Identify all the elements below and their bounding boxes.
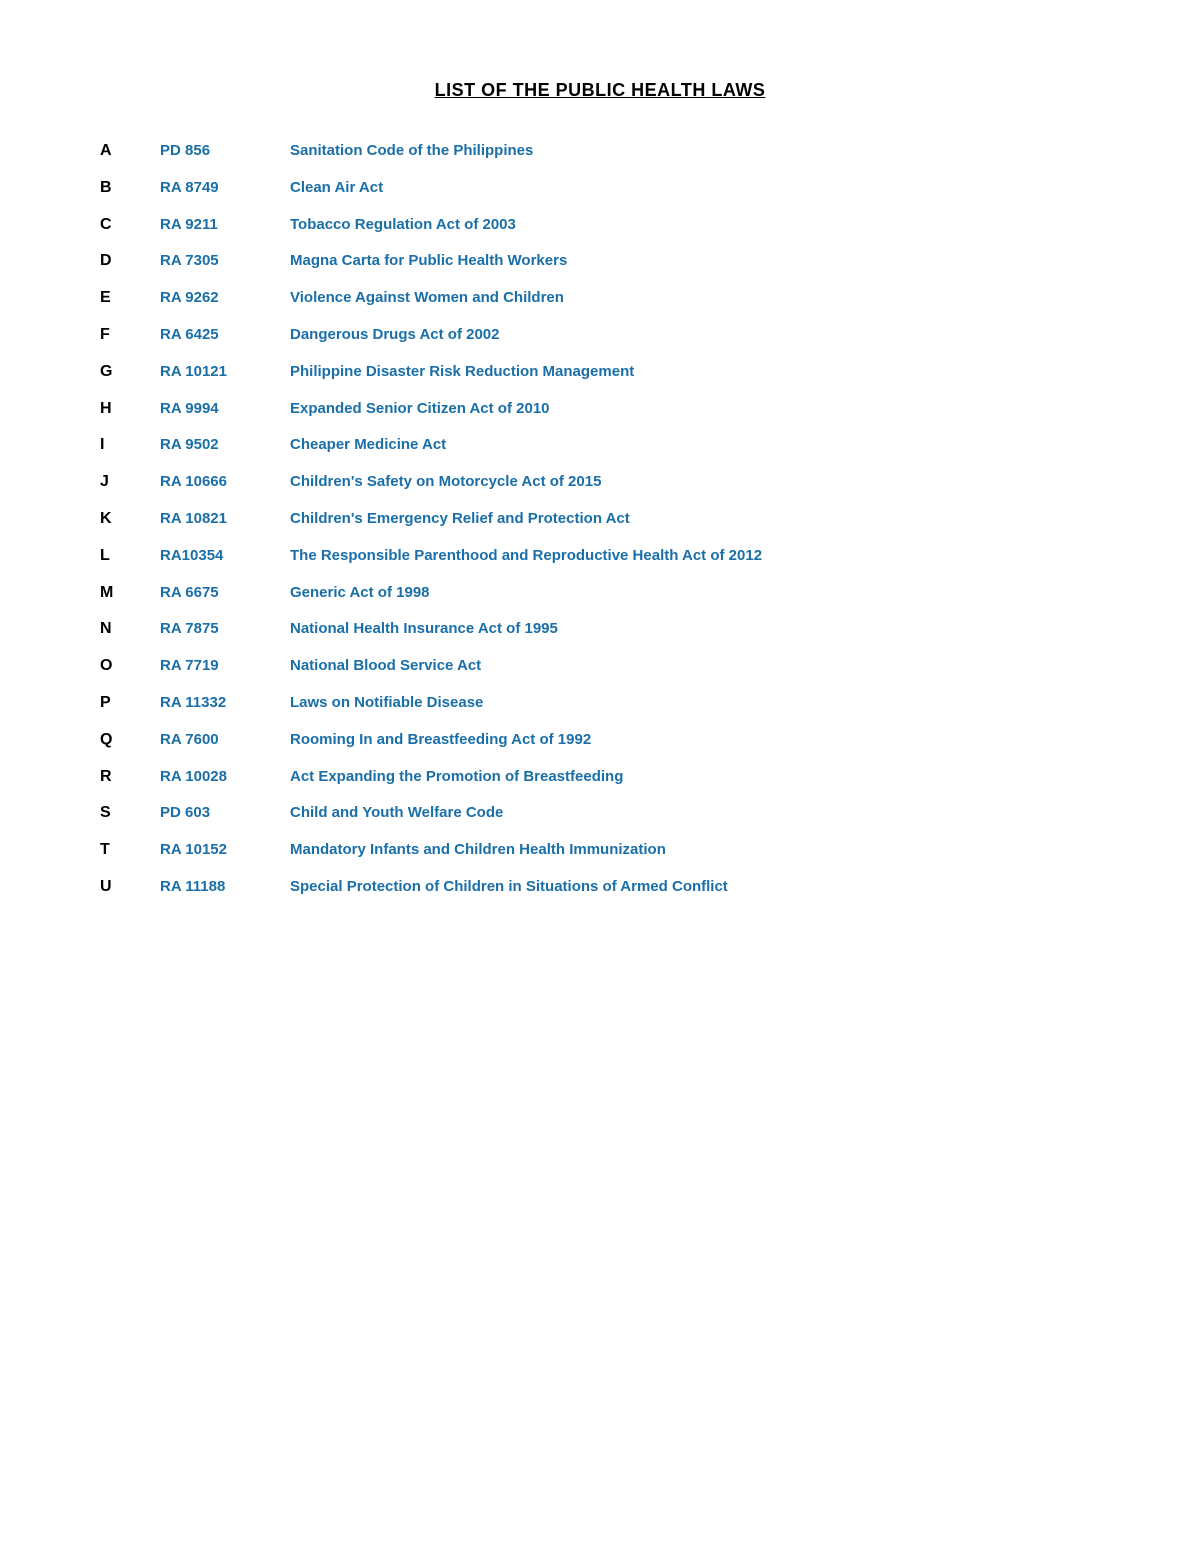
laws-table: APD 856Sanitation Code of the Philippine… bbox=[100, 133, 1100, 906]
table-row: TRA 10152Mandatory Infants and Children … bbox=[100, 832, 1100, 869]
law-letter: K bbox=[100, 501, 160, 538]
table-row: IRA 9502Cheaper Medicine Act bbox=[100, 427, 1100, 464]
table-row: NRA 7875National Health Insurance Act of… bbox=[100, 611, 1100, 648]
law-letter: S bbox=[100, 795, 160, 832]
law-code: RA 7875 bbox=[160, 611, 290, 648]
law-name: Children's Emergency Relief and Protecti… bbox=[290, 501, 1100, 538]
law-letter: I bbox=[100, 427, 160, 464]
law-code: RA10354 bbox=[160, 538, 290, 575]
law-name: Dangerous Drugs Act of 2002 bbox=[290, 317, 1100, 354]
table-row: RRA 10028Act Expanding the Promotion of … bbox=[100, 759, 1100, 796]
law-letter: B bbox=[100, 170, 160, 207]
law-letter: Q bbox=[100, 722, 160, 759]
table-row: URA 11188Special Protection of Children … bbox=[100, 869, 1100, 906]
law-letter: D bbox=[100, 243, 160, 280]
law-letter: T bbox=[100, 832, 160, 869]
law-code: RA 11332 bbox=[160, 685, 290, 722]
law-name: Children's Safety on Motorcycle Act of 2… bbox=[290, 464, 1100, 501]
table-row: JRA 10666Children's Safety on Motorcycle… bbox=[100, 464, 1100, 501]
law-name: Violence Against Women and Children bbox=[290, 280, 1100, 317]
law-code: RA 9211 bbox=[160, 207, 290, 244]
table-row: FRA 6425Dangerous Drugs Act of 2002 bbox=[100, 317, 1100, 354]
law-name: Expanded Senior Citizen Act of 2010 bbox=[290, 391, 1100, 428]
table-row: QRA 7600Rooming In and Breastfeeding Act… bbox=[100, 722, 1100, 759]
law-name: Magna Carta for Public Health Workers bbox=[290, 243, 1100, 280]
law-code: RA 8749 bbox=[160, 170, 290, 207]
law-name: Child and Youth Welfare Code bbox=[290, 795, 1100, 832]
law-letter: H bbox=[100, 391, 160, 428]
law-code: RA 7600 bbox=[160, 722, 290, 759]
law-code: RA 7305 bbox=[160, 243, 290, 280]
law-code: RA 9262 bbox=[160, 280, 290, 317]
law-name: Cheaper Medicine Act bbox=[290, 427, 1100, 464]
table-row: LRA10354The Responsible Parenthood and R… bbox=[100, 538, 1100, 575]
law-code: RA 10028 bbox=[160, 759, 290, 796]
law-code: PD 603 bbox=[160, 795, 290, 832]
law-name: The Responsible Parenthood and Reproduct… bbox=[290, 538, 1100, 575]
law-code: RA 11188 bbox=[160, 869, 290, 906]
law-name: Special Protection of Children in Situat… bbox=[290, 869, 1100, 906]
law-name: National Health Insurance Act of 1995 bbox=[290, 611, 1100, 648]
law-code: RA 6425 bbox=[160, 317, 290, 354]
law-name: Philippine Disaster Risk Reduction Manag… bbox=[290, 354, 1100, 391]
table-row: GRA 10121Philippine Disaster Risk Reduct… bbox=[100, 354, 1100, 391]
table-row: DRA 7305Magna Carta for Public Health Wo… bbox=[100, 243, 1100, 280]
table-row: APD 856Sanitation Code of the Philippine… bbox=[100, 133, 1100, 170]
law-name: Rooming In and Breastfeeding Act of 1992 bbox=[290, 722, 1100, 759]
law-letter: L bbox=[100, 538, 160, 575]
law-name: Tobacco Regulation Act of 2003 bbox=[290, 207, 1100, 244]
law-letter: A bbox=[100, 133, 160, 170]
law-name: National Blood Service Act bbox=[290, 648, 1100, 685]
law-letter: G bbox=[100, 354, 160, 391]
table-row: KRA 10821Children's Emergency Relief and… bbox=[100, 501, 1100, 538]
law-code: RA 9994 bbox=[160, 391, 290, 428]
table-row: SPD 603Child and Youth Welfare Code bbox=[100, 795, 1100, 832]
law-name: Act Expanding the Promotion of Breastfee… bbox=[290, 759, 1100, 796]
law-code: RA 10121 bbox=[160, 354, 290, 391]
law-code: RA 7719 bbox=[160, 648, 290, 685]
law-name: Clean Air Act bbox=[290, 170, 1100, 207]
law-name: Sanitation Code of the Philippines bbox=[290, 133, 1100, 170]
law-letter: R bbox=[100, 759, 160, 796]
law-letter: U bbox=[100, 869, 160, 906]
law-letter: F bbox=[100, 317, 160, 354]
table-row: ORA 7719National Blood Service Act bbox=[100, 648, 1100, 685]
law-code: RA 9502 bbox=[160, 427, 290, 464]
table-row: ERA 9262Violence Against Women and Child… bbox=[100, 280, 1100, 317]
table-row: MRA 6675Generic Act of 1998 bbox=[100, 575, 1100, 612]
law-letter: J bbox=[100, 464, 160, 501]
law-letter: P bbox=[100, 685, 160, 722]
table-row: CRA 9211Tobacco Regulation Act of 2003 bbox=[100, 207, 1100, 244]
table-row: HRA 9994Expanded Senior Citizen Act of 2… bbox=[100, 391, 1100, 428]
table-row: PRA 11332Laws on Notifiable Disease bbox=[100, 685, 1100, 722]
law-code: RA 10666 bbox=[160, 464, 290, 501]
law-code: RA 10821 bbox=[160, 501, 290, 538]
law-name: Mandatory Infants and Children Health Im… bbox=[290, 832, 1100, 869]
law-letter: M bbox=[100, 575, 160, 612]
law-name: Generic Act of 1998 bbox=[290, 575, 1100, 612]
law-letter: O bbox=[100, 648, 160, 685]
law-name: Laws on Notifiable Disease bbox=[290, 685, 1100, 722]
law-code: RA 6675 bbox=[160, 575, 290, 612]
page-title: LIST OF THE PUBLIC HEALTH LAWS bbox=[100, 80, 1100, 101]
law-code: RA 10152 bbox=[160, 832, 290, 869]
table-row: BRA 8749Clean Air Act bbox=[100, 170, 1100, 207]
law-letter: N bbox=[100, 611, 160, 648]
law-letter: C bbox=[100, 207, 160, 244]
law-code: PD 856 bbox=[160, 133, 290, 170]
law-letter: E bbox=[100, 280, 160, 317]
